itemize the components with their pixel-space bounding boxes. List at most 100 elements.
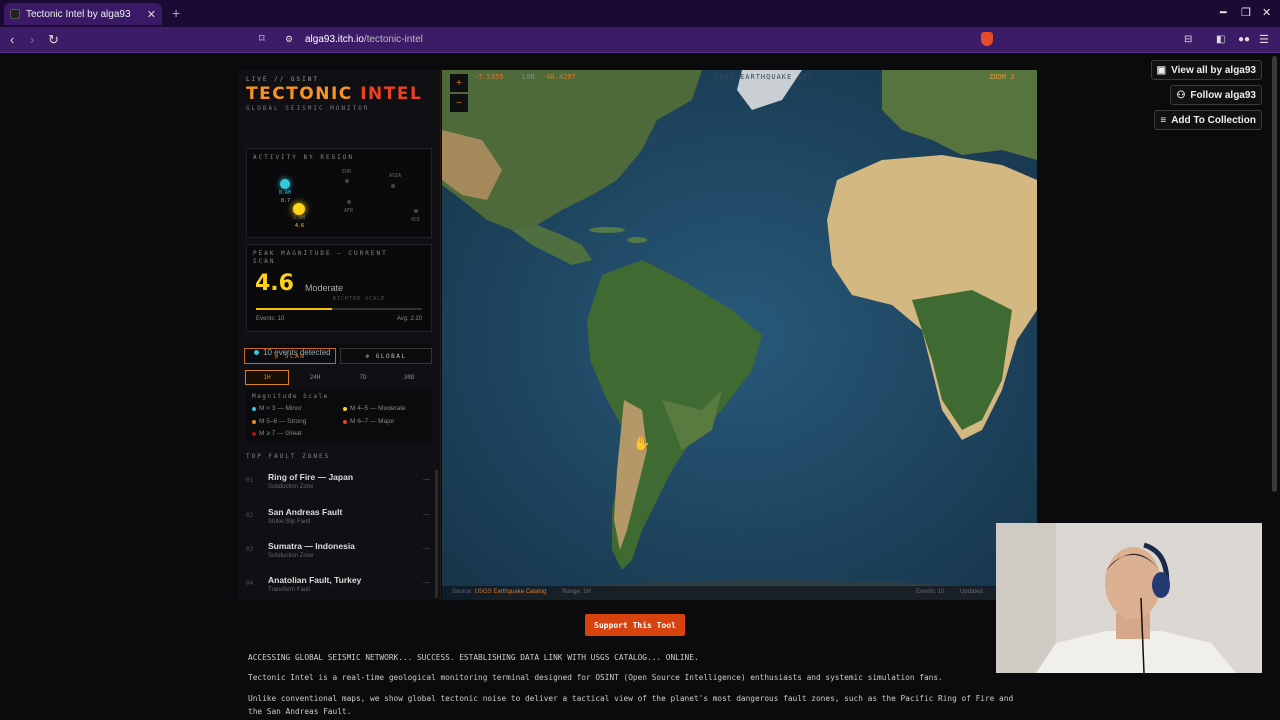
fault-item[interactable]: 02 San Andreas Fault Strike-Slip Fault —	[246, 501, 432, 531]
sidebar-scrollbar[interactable]	[435, 470, 438, 598]
zoom-in-button[interactable]: +	[450, 74, 468, 92]
window-close-icon[interactable]: ✕	[1262, 6, 1271, 19]
source-label: Source:	[452, 589, 473, 595]
legend-label: M < 3 — Minor	[259, 405, 302, 412]
fault-dash: —	[423, 545, 430, 552]
legend-item: M 4–5 — Moderate	[343, 405, 406, 412]
wallet-icon[interactable]: ●●	[1238, 34, 1250, 45]
page-scrollbar[interactable]	[1272, 56, 1277, 492]
fault-item[interactable]: 03 Sumatra — Indonesia Subduction Zone —	[246, 535, 432, 565]
global-button[interactable]: ⊕ GLOBAL	[340, 348, 432, 364]
tab-search-icon[interactable]: ⊟	[1184, 34, 1192, 45]
nav-bar: ‹ › ↻ ⌑ ⚙ alga93.itch.io/tectonic-intel …	[0, 27, 1280, 53]
region-dot-oce[interactable]	[414, 209, 418, 213]
brand-title: TECTONIC INTEL	[246, 84, 422, 104]
brand-a: TECTONIC	[246, 84, 353, 104]
hud-feed: USGS EARTHQUAKE API	[714, 73, 814, 81]
region-dot-afr[interactable]	[347, 200, 351, 204]
new-tab-button[interactable]: +	[172, 5, 180, 21]
url-path: /tectonic-intel	[363, 34, 423, 45]
restore-icon[interactable]: ❐	[1241, 6, 1251, 19]
legend-dot-icon	[252, 419, 256, 424]
fault-name: San Andreas Fault	[268, 507, 343, 517]
zoom-out-button[interactable]: −	[450, 94, 468, 112]
cursor-icon: ✋	[633, 435, 651, 451]
view-all-button[interactable]: ▣ View all by alga93	[1150, 60, 1262, 80]
browser-tab[interactable]: Tectonic Intel by alga93 ✕	[4, 3, 162, 25]
legend-dot-icon	[343, 406, 347, 411]
fault-item[interactable]: 01 Ring of Fire — Japan Subduction Zone —	[246, 466, 432, 496]
scan-button[interactable]: ◎ SCAN	[244, 348, 336, 364]
fault-num: 01	[246, 477, 254, 484]
peak-header: PEAK MAGNITUDE — CURRENT SCAN	[253, 250, 388, 265]
peak-bar	[256, 308, 422, 310]
detail-line: Unlike conventional maps, we show global…	[248, 694, 1014, 716]
minimize-icon[interactable]: ━	[1220, 6, 1227, 19]
region-label-oce: OCE	[411, 217, 421, 223]
hud-lon-label: LON	[522, 73, 535, 81]
brand-b: INTEL	[360, 84, 423, 104]
fault-item[interactable]: 04 Anatolian Fault, Turkey Transform Fault…	[246, 569, 432, 599]
intro-line: ACCESSING GLOBAL SEISMIC NETWORK... SUCC…	[248, 653, 699, 662]
fault-type: Transform Fault	[268, 587, 311, 593]
fault-num: 04	[246, 580, 254, 587]
webcam-person	[996, 523, 1262, 673]
richter-label: RICHTER SCALE	[333, 296, 386, 302]
region-value-nam: 8.7	[281, 198, 291, 204]
peak-bar-fill	[256, 308, 333, 310]
hud-lon: -48.4297	[542, 73, 576, 81]
tab-title: Tectonic Intel by alga93	[26, 8, 131, 20]
region-value-sam: 4.6	[295, 223, 305, 229]
fault-dash: —	[423, 579, 430, 586]
events-footer: Events: 10	[916, 589, 945, 595]
menu-icon[interactable]: ☰	[1259, 33, 1269, 46]
legend-dot-icon	[252, 431, 256, 436]
tab-1h[interactable]: 1H	[245, 370, 289, 385]
legend-dot-icon	[252, 406, 256, 411]
game-frame: LIVE // OSINT TECTONIC INTEL GLOBAL SEIS…	[237, 70, 1037, 600]
region-label-asia: ASIA	[389, 173, 402, 179]
region-dot-sam[interactable]	[293, 203, 305, 215]
support-button[interactable]: Support This Tool	[585, 614, 685, 636]
site-info-icon[interactable]: ⚙	[285, 34, 293, 45]
description-line: Tectonic Intel is a real-time geological…	[248, 673, 943, 682]
fault-dash: —	[423, 476, 430, 483]
legend-item: M < 3 — Minor	[252, 405, 302, 412]
activity-header: ACTIVITY BY REGION	[253, 154, 355, 161]
bookmark-icon[interactable]: ⌑	[259, 32, 265, 45]
fault-type: Subduction Zone	[268, 553, 314, 559]
fault-num: 02	[246, 512, 254, 519]
events-count: Events: 10	[256, 316, 285, 322]
region-dot-eur[interactable]	[345, 179, 349, 183]
tab-close-icon[interactable]: ✕	[147, 8, 156, 21]
source-value[interactable]: USGS Earthquake Catalog	[475, 589, 547, 595]
avg-value: Avg: 2.10	[396, 316, 422, 322]
peak-card: PEAK MAGNITUDE — CURRENT SCAN 4.6 Modera…	[246, 244, 432, 332]
reload-icon[interactable]: ↻	[48, 32, 59, 48]
collection-label: Add To Collection	[1171, 114, 1256, 126]
world-map[interactable]: -7.5355 LON -48.4297 USGS EARTHQUAKE API…	[442, 70, 1037, 600]
region-label-nam: N.AM	[279, 190, 292, 196]
legend-label: M ≥ 7 — Great	[259, 430, 302, 437]
brand-subtitle: GLOBAL SEISMIC MONITOR	[246, 105, 370, 112]
tab-7d[interactable]: 7D	[341, 370, 385, 385]
sidebar-toggle-icon[interactable]: ◧	[1216, 34, 1225, 45]
tab-30d[interactable]: 30D	[387, 370, 431, 385]
range-label: Range: 1H	[562, 589, 591, 595]
url-bar[interactable]: alga93.itch.io/tectonic-intel	[305, 34, 423, 45]
region-label-afr: AFR	[344, 208, 354, 214]
follow-button[interactable]: ⚇ Follow alga93	[1170, 85, 1262, 105]
live-label: LIVE // OSINT	[246, 76, 319, 83]
fault-type: Subduction Zone	[268, 484, 314, 490]
tab-24h[interactable]: 24H	[293, 370, 337, 385]
back-icon[interactable]: ‹	[10, 32, 14, 47]
magnitude-legend: Magnitude Scale M < 3 — Minor M 4–5 — Mo…	[246, 389, 432, 443]
add-user-icon: ⚇	[1176, 89, 1186, 101]
region-dot-nam[interactable]	[280, 179, 290, 189]
follow-label: Follow alga93	[1190, 89, 1256, 101]
add-collection-button[interactable]: ≡ Add To Collection	[1154, 110, 1262, 130]
shield-icon[interactable]	[981, 32, 993, 46]
tab-bar: Tectonic Intel by alga93 ✕ + ━ ❐ ✕	[0, 0, 1280, 27]
forward-icon[interactable]: ›	[30, 32, 34, 47]
region-dot-asia[interactable]	[391, 184, 395, 188]
